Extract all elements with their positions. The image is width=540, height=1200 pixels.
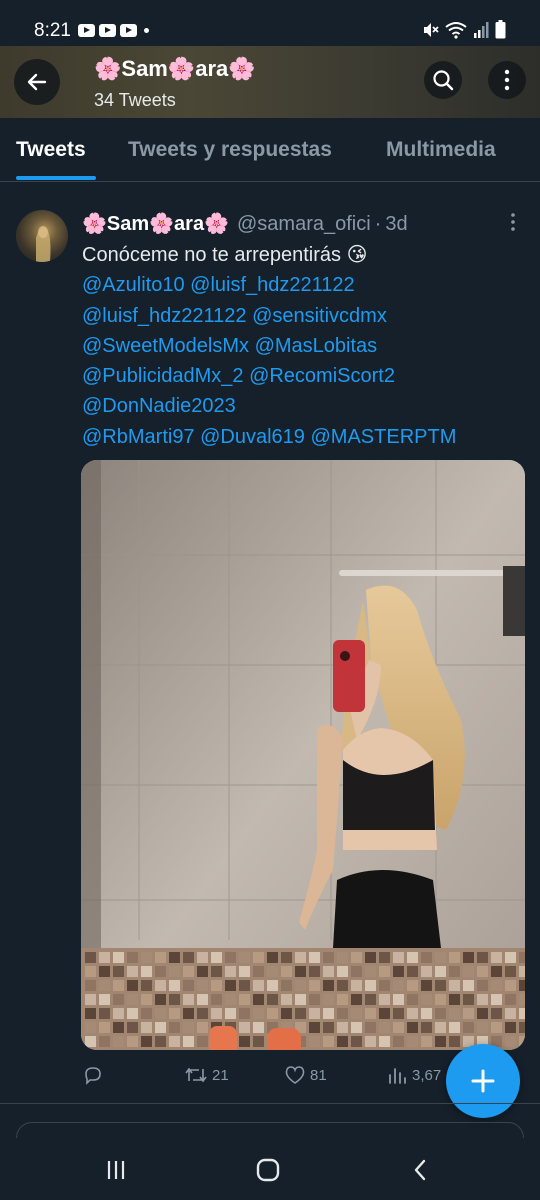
retweet-icon: [185, 1067, 207, 1083]
tweet-more-button[interactable]: [508, 212, 518, 232]
tweet-text-line: Conóceme no te arrepentirás 😘: [82, 240, 522, 270]
nav-back-button[interactable]: [400, 1152, 440, 1188]
reply-icon: [85, 1067, 101, 1085]
status-bar: 8:21: [0, 0, 540, 46]
more-options-button[interactable]: [488, 61, 526, 99]
views-count: 3,67: [412, 1066, 442, 1084]
tweet-text-line: @DonNadie2023: [82, 391, 522, 421]
tweet-text-line: @RbMarti97 @Duval619 @MASTERPTM: [82, 422, 522, 452]
mention-link[interactable]: @MasLobitas: [255, 335, 378, 357]
tab-tweets[interactable]: Tweets: [16, 138, 86, 162]
views-button[interactable]: 3,67: [386, 1064, 441, 1086]
tweet-text: Conóceme no te arrepentirás 😘 @Azulito10 …: [82, 240, 522, 452]
mention-link[interactable]: @luisf_hdz221122: [82, 305, 247, 327]
mention-link[interactable]: @DonNadie2023: [82, 395, 236, 417]
notification-icons: [78, 24, 149, 37]
mention-link[interactable]: @Azulito10: [82, 274, 185, 296]
tab-media[interactable]: Multimedia: [386, 138, 496, 162]
youtube-icon: [78, 24, 95, 37]
profile-tabs: Tweets Tweets y respuestas Multimedia: [0, 118, 540, 182]
more-vertical-icon: [511, 213, 515, 231]
tweet-author-name[interactable]: 🌸Sam🌸ara🌸: [82, 211, 229, 236]
back-button[interactable]: [14, 59, 60, 105]
dot-icon: [144, 28, 149, 33]
tweet-text-line: @PublicidadMx_2 @RecomiScort2: [82, 361, 522, 391]
system-status-icons: [421, 20, 506, 39]
search-icon: [433, 70, 454, 91]
compose-tweet-button[interactable]: [446, 1044, 520, 1118]
recent-apps-icon: [107, 1161, 125, 1179]
search-button[interactable]: [424, 61, 462, 99]
mention-link[interactable]: @RecomiScort2: [249, 365, 395, 387]
retweet-count: 21: [212, 1066, 229, 1084]
active-tab-indicator: [16, 176, 96, 180]
like-button[interactable]: 81: [284, 1064, 327, 1086]
tweet-handle[interactable]: @samara_ofici: [237, 213, 371, 236]
tweet-text-line: @SweetModelsMx @MasLobitas: [82, 331, 522, 361]
mention-link[interactable]: @SweetModelsMx: [82, 335, 249, 357]
tweet-image[interactable]: [81, 460, 525, 1050]
tweet-text-line: @luisf_hdz221122 @sensitivcdmx: [82, 301, 522, 331]
signal-icon: [474, 21, 489, 38]
home-button[interactable]: [248, 1152, 288, 1188]
tweet-count: 34 Tweets: [94, 90, 176, 110]
avatar-photo: [36, 226, 51, 262]
tweet-separator: ·: [374, 213, 382, 235]
heart-icon: [285, 1066, 305, 1084]
plus-icon: [471, 1069, 495, 1093]
mention-link[interactable]: @sensitivcdmx: [252, 305, 387, 327]
recent-apps-button[interactable]: [96, 1152, 136, 1188]
home-icon: [256, 1158, 280, 1182]
mention-link[interactable]: @Duval619: [200, 426, 305, 448]
avatar[interactable]: [16, 210, 68, 262]
youtube-icon: [99, 24, 116, 37]
tweet-photo: [81, 460, 525, 1050]
reply-button[interactable]: [82, 1064, 108, 1086]
status-time: 8:21: [34, 20, 71, 41]
profile-header: 🌸Sam🌸ara🌸 34 Tweets: [0, 46, 540, 118]
tweet-time[interactable]: 3d: [385, 213, 407, 236]
more-vertical-icon: [504, 69, 510, 91]
mention-link[interactable]: @luisf_hdz221122: [190, 274, 355, 296]
battery-icon: [495, 20, 506, 39]
mention-link[interactable]: @PublicidadMx_2: [82, 365, 244, 387]
mute-icon: [424, 22, 439, 37]
mention-link[interactable]: @RbMarti97: [82, 426, 195, 448]
tweet-divider: [0, 1103, 540, 1104]
back-icon: [414, 1159, 426, 1181]
views-icon: [389, 1068, 406, 1084]
mention-link[interactable]: @MASTERPTM: [311, 426, 457, 448]
tweet-text-segment: Conóceme no te arrepentirás 😘: [82, 244, 368, 266]
system-nav-bar: [0, 1138, 540, 1200]
wifi-icon: [445, 21, 467, 39]
arrow-left-icon: [27, 73, 47, 91]
youtube-icon: [120, 24, 137, 37]
tweet-text-line: @Azulito10 @luisf_hdz221122: [82, 270, 522, 300]
tweet-header: 🌸Sam🌸ara🌸 @samara_ofici · 3d: [82, 211, 408, 236]
retweet-button[interactable]: 21: [184, 1064, 229, 1086]
like-count: 81: [310, 1066, 327, 1084]
profile-name: 🌸Sam🌸ara🌸: [94, 56, 256, 81]
tab-tweets-and-replies[interactable]: Tweets y respuestas: [128, 138, 332, 162]
